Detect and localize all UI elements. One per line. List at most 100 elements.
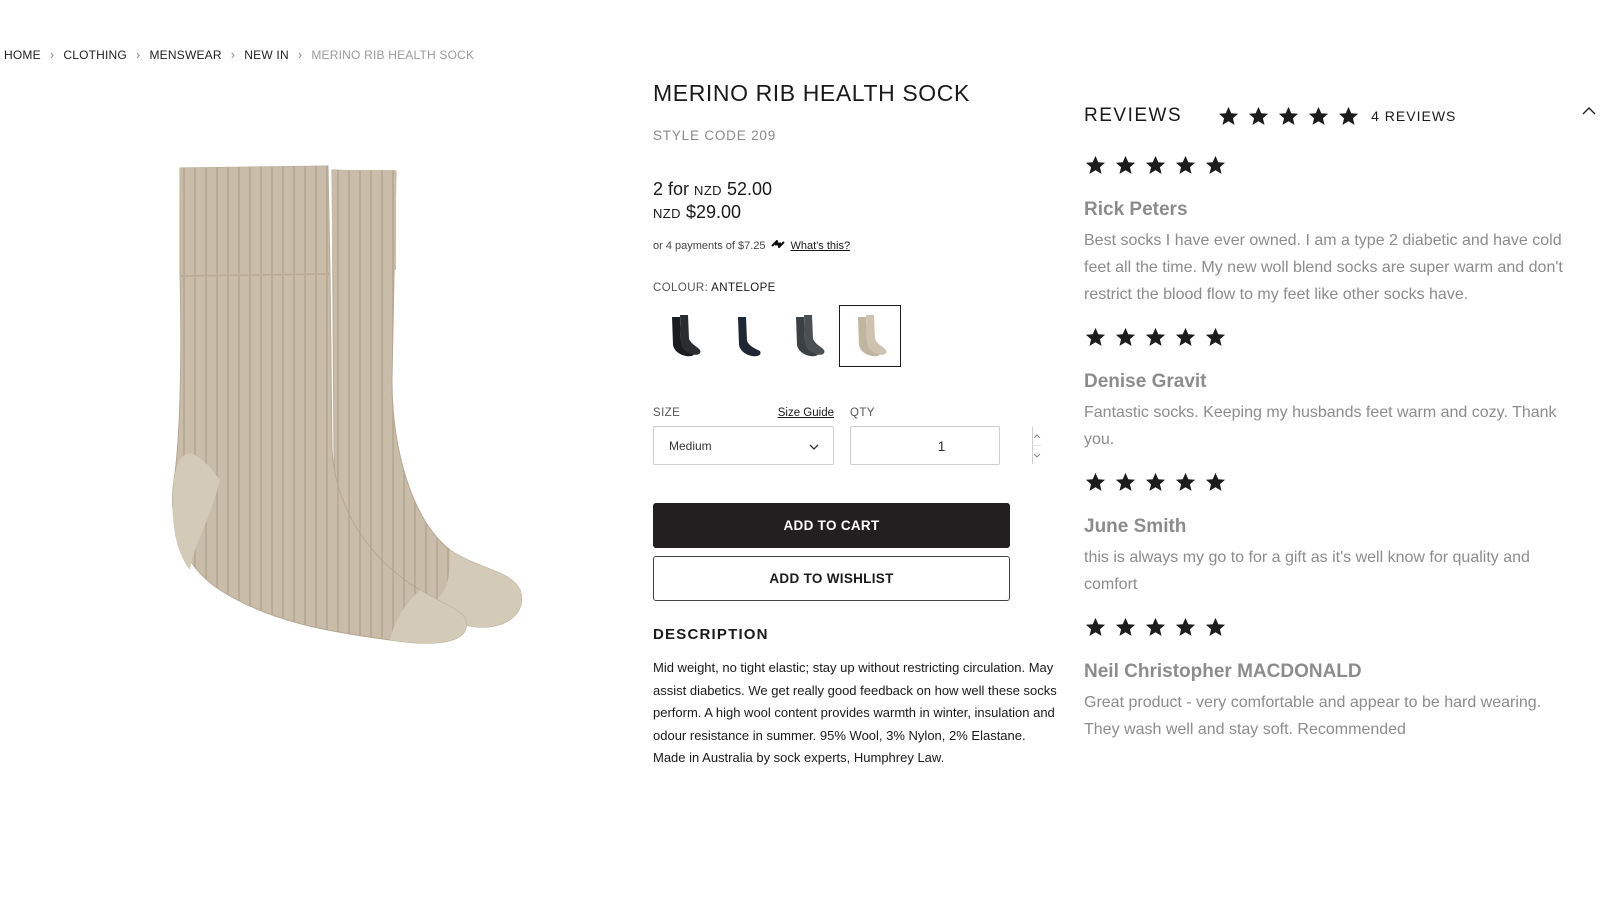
- star-icon: [1085, 155, 1106, 174]
- review-author: Rick Peters: [1084, 199, 1188, 220]
- breadcrumb-menswear[interactable]: MENSWEAR: [149, 48, 221, 62]
- star-icon: [1339, 106, 1359, 125]
- star-icon: [1175, 472, 1196, 491]
- sock-swatch-icon: [858, 315, 887, 357]
- size-select[interactable]: Medium: [653, 426, 834, 465]
- add-to-wishlist-button[interactable]: ADD TO WISHLIST: [653, 556, 1010, 601]
- size-label: SIZE: [653, 407, 681, 419]
- swatch-navy[interactable]: [715, 305, 777, 367]
- breadcrumb: HOME › CLOTHING › MENSWEAR › NEW IN › ME…: [4, 47, 474, 62]
- swatch-black[interactable]: [653, 305, 715, 367]
- multi-buy-price: 2 for NZD 52.00: [653, 179, 1063, 200]
- review-rating-stars: [1084, 326, 1584, 348]
- size-guide-link[interactable]: Size Guide: [778, 407, 834, 419]
- qty-increment-icon[interactable]: [1033, 427, 1041, 445]
- star-icon: [1145, 155, 1166, 174]
- star-icon: [1205, 327, 1226, 346]
- description-heading: DESCRIPTION: [653, 626, 769, 643]
- sock-swatch-icon: [738, 317, 761, 357]
- review-text: this is always my go to for a gift as it…: [1084, 549, 1530, 593]
- review-item: Neil Christopher MACDONALD Great product…: [1084, 616, 1584, 743]
- single-price: NZD $29.00: [653, 202, 1063, 223]
- star-icon: [1175, 327, 1196, 346]
- description-text: Mid weight, no tight elastic; stay up wi…: [653, 660, 1057, 765]
- single-price-value: $29.00: [685, 202, 741, 222]
- review-text: Great product - very comfortable and app…: [1084, 694, 1542, 738]
- star-icon: [1175, 155, 1196, 174]
- star-icon: [1219, 106, 1239, 125]
- star-icon: [1145, 472, 1166, 491]
- star-icon: [1115, 617, 1136, 636]
- qty-label: QTY: [850, 407, 875, 419]
- colour-label-text: COLOUR:: [653, 282, 709, 294]
- star-icon: [1249, 106, 1269, 125]
- afterpay-info: or 4 payments of $7.25 What's this?: [653, 237, 1063, 254]
- size-select-value: Medium: [669, 438, 712, 453]
- review-item: Denise Gravit Fantastic socks. Keeping m…: [1084, 326, 1584, 453]
- breadcrumb-home[interactable]: HOME: [4, 48, 41, 62]
- chevron-down-icon: [809, 439, 819, 453]
- average-rating-stars: [1217, 105, 1360, 127]
- style-code: STYLE CODE 209: [653, 128, 776, 143]
- star-icon: [1205, 472, 1226, 491]
- star-icon: [1205, 617, 1226, 636]
- add-to-cart-button[interactable]: ADD TO CART: [653, 503, 1010, 548]
- reviews-header[interactable]: REVIEWS 4 REVIEWS: [1084, 96, 1596, 136]
- sock-swatch-icon: [672, 315, 701, 357]
- multi-price-value: 52.00: [726, 179, 773, 199]
- qty-decrement-icon[interactable]: [1033, 445, 1041, 464]
- breadcrumb-clothing[interactable]: CLOTHING: [63, 48, 127, 62]
- review-rating-stars: [1084, 616, 1584, 638]
- colour-label: COLOUR: ANTELOPE: [653, 282, 1063, 294]
- review-text: Best socks I have ever owned. I am a typ…: [1084, 232, 1563, 303]
- chevron-right-icon: ›: [49, 47, 55, 62]
- chevron-right-icon: ›: [230, 47, 236, 62]
- qty-field: QTY: [850, 397, 1041, 465]
- chevron-right-icon: ›: [135, 47, 141, 62]
- colour-value: ANTELOPE: [711, 282, 776, 294]
- size-field: SIZE Size Guide Medium: [653, 397, 834, 465]
- star-icon: [1115, 155, 1136, 174]
- qty-stepper: [850, 426, 1041, 465]
- multi-price-prefix: 2 for: [653, 179, 690, 199]
- star-icon: [1145, 327, 1166, 346]
- reviews-title: REVIEWS: [1084, 105, 1183, 126]
- sock-pair-image: [172, 165, 523, 644]
- review-author: Neil Christopher MACDONALD: [1084, 661, 1362, 682]
- size-qty-row: SIZE Size Guide Medium QTY: [653, 397, 1063, 465]
- afterpay-text: or 4 payments of $7.25: [653, 239, 766, 252]
- review-item: June Smith this is always my go to for a…: [1084, 471, 1584, 598]
- swatch-charcoal[interactable]: [777, 305, 839, 367]
- sock-swatch-icon: [796, 315, 825, 357]
- star-icon: [1115, 472, 1136, 491]
- star-icon: [1205, 155, 1226, 174]
- star-icon: [1279, 106, 1299, 125]
- breadcrumb-current: MERINO RIB HEALTH SOCK: [311, 47, 475, 62]
- star-icon: [1085, 617, 1106, 636]
- star-icon: [1145, 617, 1166, 636]
- star-icon: [1115, 327, 1136, 346]
- star-icon: [1309, 106, 1329, 125]
- afterpay-whats-this-link[interactable]: What's this?: [791, 240, 851, 252]
- star-icon: [1175, 617, 1196, 636]
- product-info: MERINO RIB HEALTH SOCK STYLE CODE 209 2 …: [653, 80, 1063, 770]
- swatch-antelope[interactable]: [839, 305, 901, 367]
- breadcrumb-new-in[interactable]: NEW IN: [244, 48, 289, 62]
- review-rating-stars: [1084, 471, 1584, 493]
- review-author: Denise Gravit: [1084, 371, 1207, 392]
- currency-code: NZD: [694, 183, 722, 198]
- colour-swatches: [653, 305, 1063, 367]
- review-item: Rick Peters Best socks I have ever owned…: [1084, 154, 1584, 308]
- qty-input[interactable]: [851, 427, 1032, 464]
- review-text: Fantastic socks. Keeping my husbands fee…: [1084, 404, 1557, 448]
- star-icon: [1085, 472, 1106, 491]
- chevron-right-icon: ›: [297, 47, 303, 62]
- currency-code: NZD: [653, 206, 681, 221]
- reviews-panel: REVIEWS 4 REVIEWS Rick Peters Best socks…: [1084, 96, 1596, 743]
- product-image[interactable]: [150, 150, 550, 670]
- chevron-up-icon[interactable]: [1582, 102, 1596, 120]
- review-author: June Smith: [1084, 516, 1187, 537]
- product-title: MERINO RIB HEALTH SOCK: [653, 80, 970, 106]
- afterpay-logo-icon: [770, 237, 786, 254]
- review-rating-stars: [1084, 154, 1584, 176]
